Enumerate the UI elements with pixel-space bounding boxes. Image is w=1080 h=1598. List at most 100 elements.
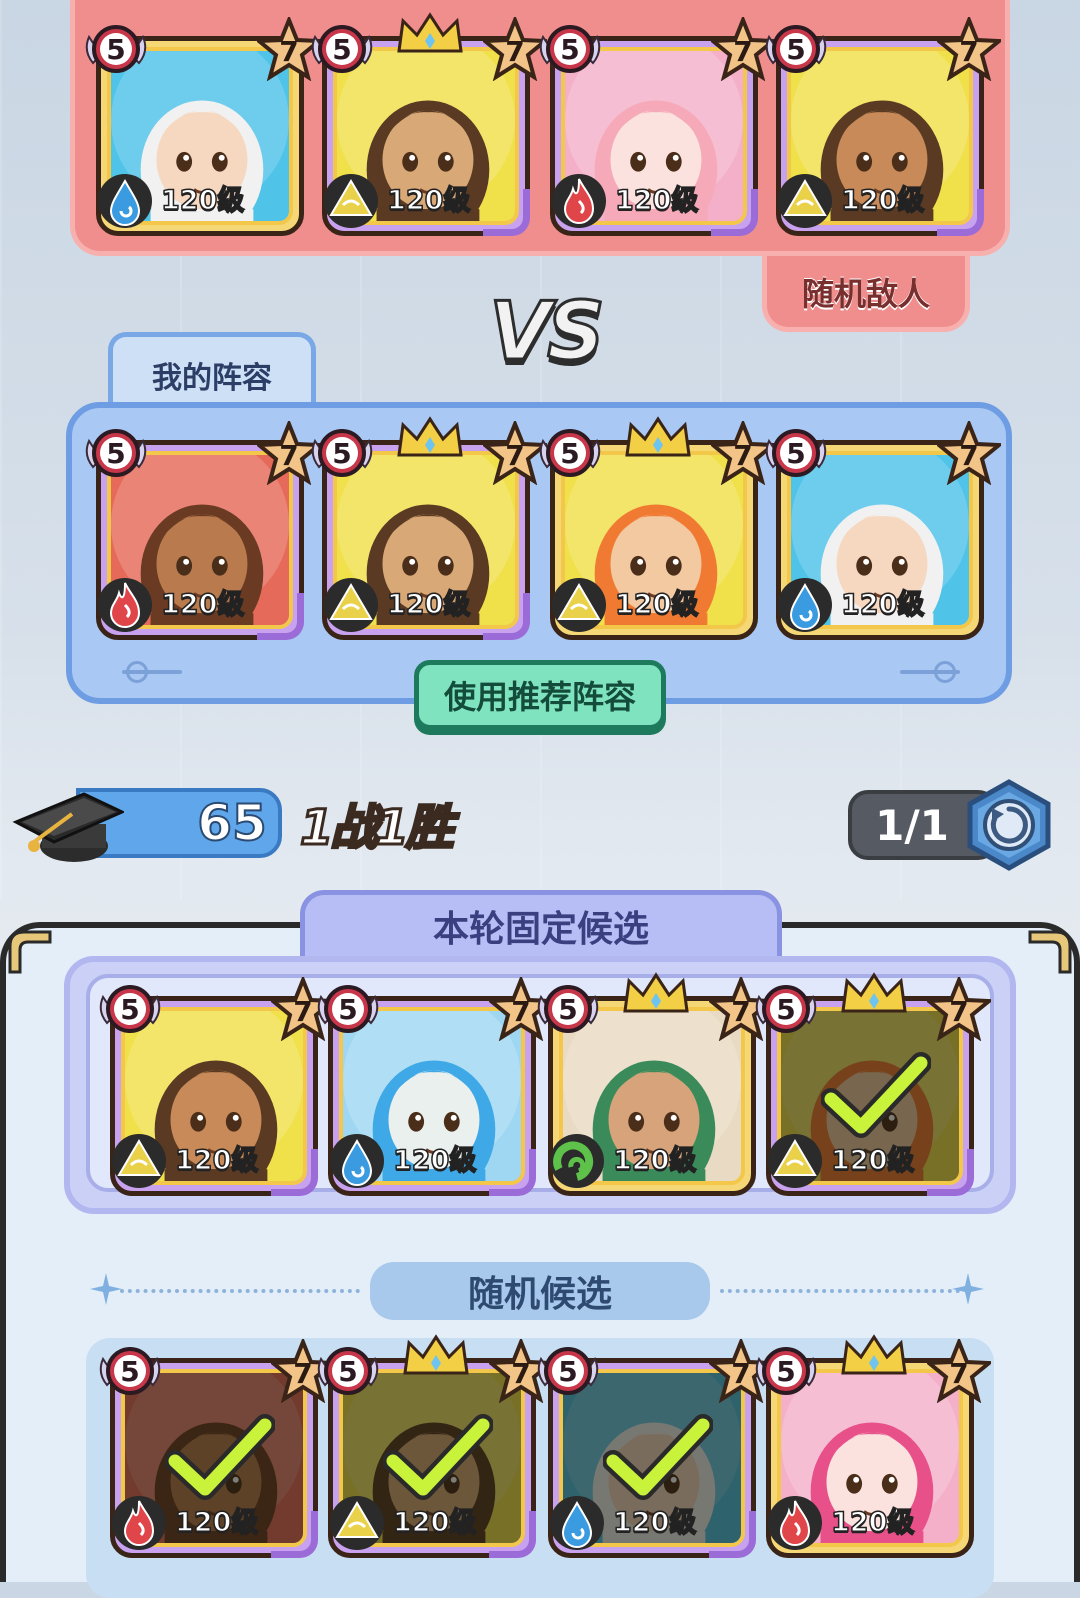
random-candidate-hero-card[interactable]: 5 7 120级: [537, 1336, 777, 1558]
hero-level: 120级: [392, 1144, 477, 1177]
rank-badge-icon: 5: [763, 421, 829, 487]
attempt-count: 1/1: [875, 800, 949, 850]
svg-text:7: 7: [949, 1357, 968, 1390]
earth-element-icon: [549, 575, 609, 635]
svg-text:7: 7: [279, 35, 298, 68]
rarity-corner: [709, 1511, 756, 1558]
random-candidate-hero-card[interactable]: 5 7 120级: [99, 1336, 339, 1558]
checkmark-icon: [820, 1051, 932, 1141]
panel-decoration-ring: [934, 661, 956, 683]
crown-icon: [621, 971, 691, 1015]
svg-text:5: 5: [106, 33, 125, 66]
enemy-hero-card[interactable]: 5 7 120级: [765, 14, 1005, 236]
star-badge-icon: 7: [933, 418, 1005, 486]
rank-badge-icon: 5: [83, 421, 149, 487]
hero-level: 120级: [840, 588, 925, 621]
rarity-corner: [927, 1149, 974, 1196]
hero-level: 120级: [174, 1506, 259, 1539]
panel-decoration-ring: [126, 661, 148, 683]
fire-element-icon: [95, 575, 155, 635]
corner-ornament-icon: [1028, 930, 1072, 974]
earth-element-icon: [327, 1493, 387, 1553]
checkmark-icon: [382, 1413, 494, 1503]
svg-text:5: 5: [558, 993, 577, 1026]
hero-level: 120级: [392, 1506, 477, 1539]
svg-text:7: 7: [731, 1357, 750, 1390]
divider-dotted-line: [120, 1289, 360, 1293]
svg-text:7: 7: [293, 1357, 312, 1390]
hero-level: 120级: [830, 1144, 915, 1177]
fixed-candidate-hero-card[interactable]: 5 7 120级: [99, 974, 339, 1196]
my-team-hero-card[interactable]: 5 7 120级: [539, 416, 779, 640]
crown-icon: [623, 415, 693, 459]
hero-level: 120级: [612, 1144, 697, 1177]
my-team-hero-card[interactable]: 5 7 120级: [765, 418, 1005, 640]
crown-icon: [401, 1333, 471, 1377]
svg-text:7: 7: [731, 995, 750, 1028]
rank-badge-icon: 5: [537, 421, 603, 487]
fixed-candidate-hero-card[interactable]: 5 7 120级: [537, 972, 777, 1196]
star-badge-icon: 7: [923, 974, 995, 1042]
rank-badge-icon: 5: [753, 977, 819, 1043]
random-candidate-hero-card[interactable]: 5 7 120级: [317, 1334, 557, 1558]
svg-text:5: 5: [120, 993, 139, 1026]
fixed-candidate-hero-card[interactable]: 5 7 120级: [317, 974, 557, 1196]
svg-text:7: 7: [733, 35, 752, 68]
divider-dotted-line: [720, 1289, 960, 1293]
svg-text:5: 5: [786, 33, 805, 66]
hero-level: 120级: [160, 588, 245, 621]
random-enemy-label[interactable]: 随机敌人: [762, 256, 970, 332]
svg-text:7: 7: [949, 995, 968, 1028]
earth-element-icon: [321, 575, 381, 635]
use-recommended-lineup-button[interactable]: 使用推荐阵容: [414, 660, 666, 730]
fixed-candidates-tab: 本轮固定候选: [300, 890, 782, 956]
refresh-icon[interactable]: [962, 778, 1056, 872]
hero-level: 120级: [174, 1144, 259, 1177]
random-candidate-hero-card[interactable]: 5 7 120级: [755, 1334, 995, 1558]
enemy-hero-card[interactable]: 5 7 120级: [539, 14, 779, 236]
hero-level: 120级: [386, 588, 471, 621]
earth-element-icon: [765, 1131, 825, 1191]
my-team-hero-card[interactable]: 5 7 120级: [85, 418, 325, 640]
svg-text:7: 7: [505, 439, 524, 472]
rank-badge-icon: 5: [97, 977, 163, 1043]
crown-icon: [395, 415, 465, 459]
enemy-hero-card[interactable]: 5 7 120级: [311, 12, 551, 236]
fixed-candidate-hero-card[interactable]: 5 7 120级: [755, 972, 995, 1196]
checkmark-icon: [164, 1413, 276, 1503]
svg-text:5: 5: [120, 1355, 139, 1388]
rank-badge-icon: 5: [309, 421, 375, 487]
hero-level: 120级: [160, 184, 245, 217]
svg-text:7: 7: [279, 439, 298, 472]
my-team-hero-card[interactable]: 5 7 120级: [311, 416, 551, 640]
sparkle-icon: [952, 1273, 984, 1305]
rank-badge-icon: 5: [535, 1339, 601, 1405]
rank-badge-icon: 5: [537, 17, 603, 83]
earth-element-icon: [775, 171, 835, 231]
corner-ornament-icon: [8, 930, 52, 974]
svg-text:5: 5: [106, 437, 125, 470]
svg-text:7: 7: [511, 995, 530, 1028]
svg-text:5: 5: [776, 993, 795, 1026]
hero-level: 120级: [614, 184, 699, 217]
star-badge-icon: 7: [923, 1336, 995, 1404]
water-element-icon: [327, 1131, 387, 1191]
svg-text:5: 5: [338, 1355, 357, 1388]
star-badge-icon: 7: [933, 14, 1005, 82]
hero-level: 120级: [614, 588, 699, 621]
svg-text:5: 5: [338, 993, 357, 1026]
hero-level: 120级: [386, 184, 471, 217]
rarity-corner: [483, 593, 530, 640]
wind-element-icon: [547, 1131, 607, 1191]
vs-label: VS: [488, 283, 607, 379]
enemy-hero-card[interactable]: 5 7 120级: [85, 14, 325, 236]
svg-text:5: 5: [558, 1355, 577, 1388]
rank-badge-icon: 5: [535, 977, 601, 1043]
rank-badge-icon: 5: [315, 977, 381, 1043]
rarity-corner: [489, 1511, 536, 1558]
rarity-corner: [937, 189, 984, 236]
water-element-icon: [547, 1493, 607, 1553]
rarity-corner: [271, 1149, 318, 1196]
fire-element-icon: [765, 1493, 825, 1553]
rank-badge-icon: 5: [763, 17, 829, 83]
